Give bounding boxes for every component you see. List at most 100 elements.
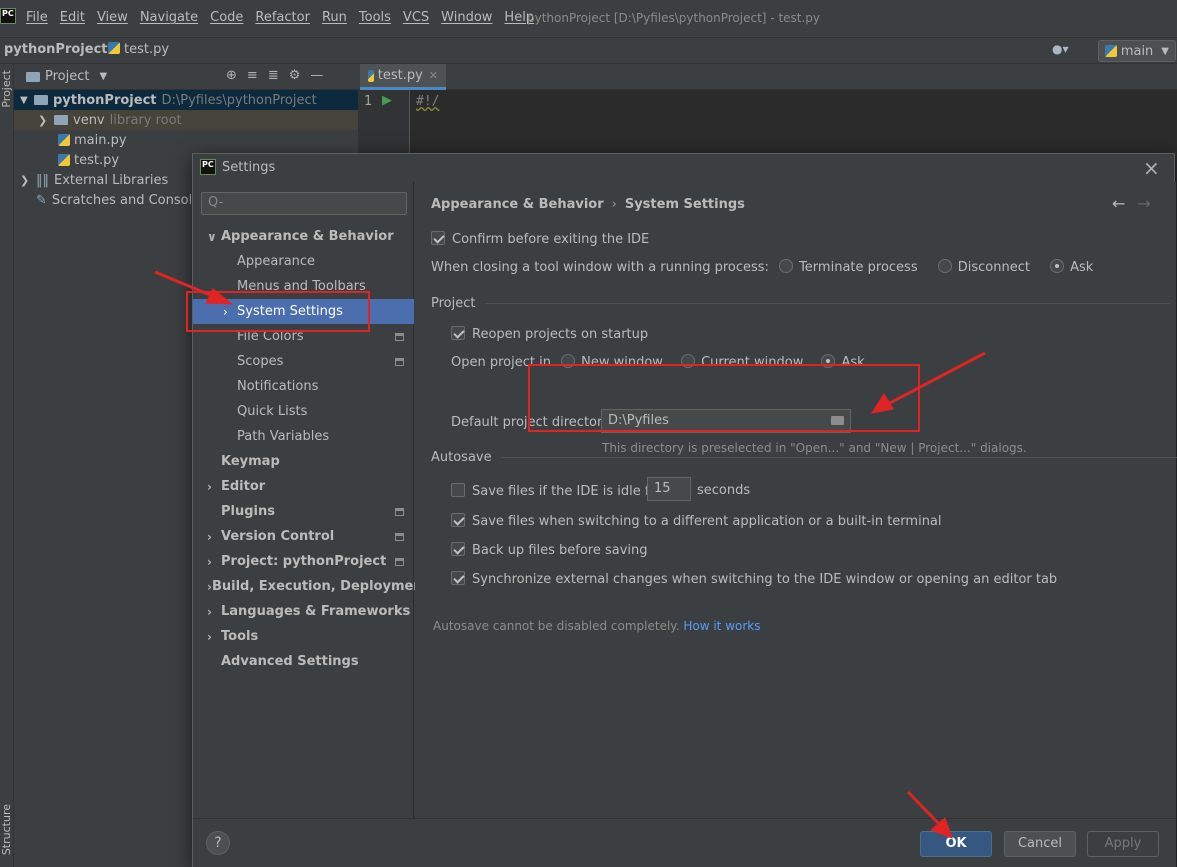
project-view-selector[interactable]: Project ▼ [26,69,107,84]
project-level-icon [395,332,404,341]
window-title: pythonProject [D:\Pyfiles\pythonProject]… [527,11,821,25]
nav-label: Editor [221,479,266,494]
nav-advanced-settings[interactable]: Advanced Settings [193,649,414,674]
nav-tools[interactable]: › Tools [193,624,414,649]
forward-arrow-icon[interactable]: → [1137,194,1150,213]
how-it-works-link[interactable]: How it works [683,619,760,633]
gear-icon[interactable]: ⚙ [289,68,301,83]
chevron-right-icon: › [207,554,212,569]
sync-external-checkbox[interactable]: Synchronize external changes when switch… [451,571,1057,587]
tab-test-py[interactable]: test.py ✕ [360,64,446,90]
project-level-icon [395,357,404,366]
nav-label: Scopes [237,354,284,369]
nav-label: Languages & Frameworks [221,604,411,619]
save-on-switch-checkbox[interactable]: Save files when switching to a different… [451,513,942,529]
ok-button[interactable]: OK [920,831,992,857]
nav-build-execution[interactable]: › Build, Execution, Deployment [193,574,429,599]
structure-tool-tab[interactable]: Structure [0,804,13,855]
tree-item-main-py[interactable]: main.py [14,130,358,150]
radio-ask-open[interactable]: Ask [821,354,865,370]
menu-view[interactable]: View [97,10,128,25]
nav-notifications[interactable]: Notifications [193,374,414,399]
cancel-button[interactable]: Cancel [1004,831,1076,857]
menu-vcs[interactable]: VCS [403,10,429,25]
nav-quick-lists[interactable]: Quick Lists [193,399,414,424]
radio-icon [937,259,952,273]
locate-icon[interactable]: ⊕ [226,68,237,83]
run-config-label: main [1120,43,1154,59]
settings-search-input[interactable]: Q- [201,192,407,215]
apply-button[interactable]: Apply [1087,831,1159,857]
tree-item-project-root[interactable]: ▼ pythonProject D:\Pyfiles\pythonProject [14,90,358,110]
run-config-selector[interactable]: main ▼ [1098,40,1176,62]
nav-plugins[interactable]: Plugins [193,499,414,524]
confirm-exit-checkbox[interactable]: Confirm before exiting the IDE [431,231,649,247]
breadcrumb-file[interactable]: test.py [108,42,169,57]
menu-edit[interactable]: Edit [60,10,85,25]
close-icon[interactable]: ✕ [429,69,438,82]
save-idle-checkbox[interactable]: Save files if the IDE is idle for [451,483,663,499]
menu-navigate[interactable]: Navigate [140,10,198,25]
nav-menus-toolbars[interactable]: Menus and Toolbars [193,274,414,299]
folder-icon [34,95,48,105]
nav-languages-frameworks[interactable]: › Languages & Frameworks [193,599,414,624]
chevron-right-icon: › [207,479,212,494]
nav-appearance[interactable]: Appearance [193,249,414,274]
radio-disconnect[interactable]: Disconnect [937,259,1030,275]
nav-version-control[interactable]: › Version Control [193,524,414,549]
nav-keymap[interactable]: Keymap [193,449,414,474]
nav-label: Notifications [237,379,319,394]
radio-ask[interactable]: Ask [1050,259,1093,275]
minimize-icon[interactable]: — [310,68,323,83]
breadcrumb-parent[interactable]: Appearance & Behavior [431,197,604,212]
checkbox-label: Synchronize external changes when switch… [472,572,1058,587]
breadcrumb-project[interactable]: pythonProject [4,42,108,57]
nav-scopes[interactable]: Scopes [193,349,414,374]
menu-tools[interactable]: Tools [359,10,391,25]
tree-item-label: Scratches and Consoles [51,192,207,208]
chevron-right-icon: › [207,529,212,544]
project-section-header: Project [431,296,1171,311]
project-tool-tab[interactable]: Project [0,70,13,108]
tree-item-path: D:\Pyfiles\pythonProject [161,92,317,108]
nav-project[interactable]: › Project: pythonProject [193,549,414,574]
nav-path-variables[interactable]: Path Variables [193,424,414,449]
project-level-icon [395,532,404,541]
folder-icon [54,115,68,125]
browse-folder-icon[interactable] [831,416,844,425]
radio-icon [821,354,836,368]
dialog-footer: ? OK Cancel Apply [193,818,1176,867]
nav-file-colors[interactable]: File Colors [193,324,414,349]
help-button[interactable]: ? [206,831,230,855]
code-line[interactable]: #!/ [416,94,439,109]
tree-item-label: External Libraries [54,172,169,188]
menu-code[interactable]: Code [210,10,243,25]
navigation-bar: pythonProject test.py ●▾ main ▼ [0,38,1177,64]
menu-run[interactable]: Run [322,10,347,25]
checkbox-label: Confirm before exiting the IDE [452,232,650,247]
menu-refactor[interactable]: Refactor [255,10,310,25]
close-icon[interactable]: × [1143,156,1160,180]
default-dir-input[interactable]: D:\Pyfiles [601,409,851,433]
nav-system-settings[interactable]: › System Settings [193,299,414,324]
collapse-all-icon[interactable]: ≣ [268,68,279,83]
user-icon[interactable]: ●▾ [1052,42,1080,60]
radio-new-window[interactable]: New window [561,354,663,370]
run-icon[interactable]: ▶ [382,93,392,108]
idle-seconds-input[interactable]: 15 [647,477,691,501]
tree-item-venv[interactable]: ❯ venv library root [14,110,358,130]
menu-window[interactable]: Window [441,10,492,25]
expand-all-icon[interactable]: ≡ [247,68,258,83]
nav-editor[interactable]: › Editor [193,474,414,499]
section-divider [485,303,1171,304]
radio-current-window[interactable]: Current window [681,354,803,370]
backup-checkbox[interactable]: Back up files before saving [451,542,648,558]
back-arrow-icon[interactable]: ← [1112,194,1125,213]
chevron-down-icon: ▼ [20,94,28,106]
reopen-projects-checkbox[interactable]: Reopen projects on startup [451,326,648,342]
nav-appearance-behavior[interactable]: ∨ Appearance & Behavior [193,224,414,249]
radio-terminate[interactable]: Terminate process [779,259,918,275]
radio-group-label: Open project in [451,355,551,370]
menu-file[interactable]: File [26,10,48,25]
radio-label: Disconnect [957,260,1030,275]
